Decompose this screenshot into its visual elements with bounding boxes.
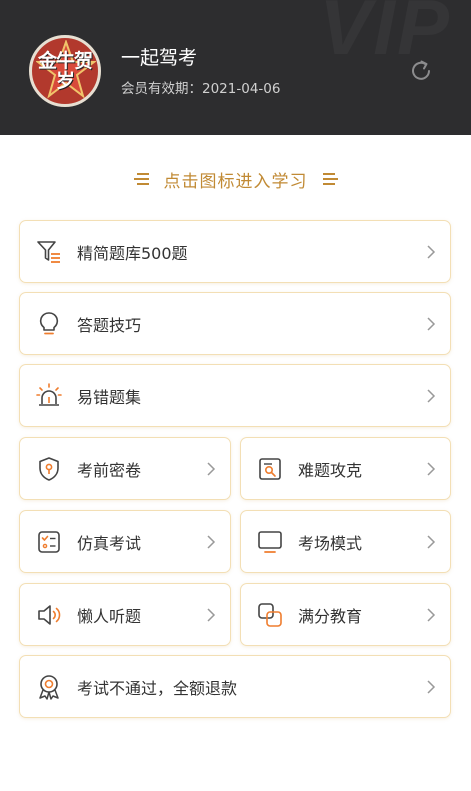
menu-item-refund-guarantee[interactable]: 考试不通过，全额退款 (19, 655, 451, 718)
menu-item-pre-exam-papers[interactable]: 考前密卷 (19, 437, 231, 500)
award-badge-icon (39, 674, 59, 700)
avatar[interactable]: 金牛贺岁 (29, 35, 101, 107)
menu-item-label: 答题技巧 (77, 315, 142, 335)
menu-item-label: 仿真考试 (77, 533, 142, 553)
profile-header: VIP 金牛贺岁 一起驾考 会员有效期：2021-04-06 (0, 0, 471, 135)
title-right-decoration-icon (322, 173, 338, 185)
funnel-list-icon (37, 240, 60, 263)
menu-item-label: 难题攻克 (298, 460, 363, 480)
lightbulb-icon (39, 311, 59, 334)
section-title-text: 点击图标进入学习 (163, 171, 308, 192)
chevron-right-icon (427, 679, 436, 694)
section-title: 点击图标进入学习 (0, 164, 471, 194)
alarm-light-icon (36, 382, 62, 406)
menu-item-label: 考前密卷 (77, 460, 142, 480)
menu-item-full-score-education[interactable]: 满分教育 (240, 583, 451, 646)
username: 一起驾考 (121, 47, 198, 69)
overlap-squares-icon (258, 602, 282, 627)
menu-item-error-prone[interactable]: 易错题集 (19, 364, 451, 427)
menu-item-label: 考试不通过，全额退款 (77, 678, 238, 698)
menu-item-label: 精简题库500题 (77, 243, 188, 263)
chevron-right-icon (427, 388, 436, 403)
refresh-icon[interactable] (408, 58, 434, 84)
avatar-text: 金牛贺岁 (32, 51, 98, 91)
chevron-right-icon (427, 316, 436, 331)
menu-item-question-bank[interactable]: 精简题库500题 (19, 220, 451, 283)
shield-key-icon (39, 456, 59, 481)
membership-expiry: 会员有效期：2021-04-06 (121, 81, 281, 97)
menu-item-mock-exam[interactable]: 仿真考试 (19, 510, 231, 573)
chevron-right-icon (427, 607, 436, 622)
chevron-right-icon (427, 534, 436, 549)
menu-item-exam-mode[interactable]: 考场模式 (240, 510, 451, 573)
menu-item-label: 懒人听题 (77, 606, 142, 626)
avatar-caption: 金牛贺岁 (37, 50, 93, 92)
chevron-right-icon (207, 607, 216, 622)
monitor-icon (258, 530, 282, 553)
speaker-icon (38, 604, 61, 625)
menu-item-answer-tips[interactable]: 答题技巧 (19, 292, 451, 355)
menu-item-label: 满分教育 (298, 606, 363, 626)
chevron-right-icon (207, 534, 216, 549)
menu-item-label: 考场模式 (298, 533, 363, 553)
chevron-right-icon (207, 461, 216, 476)
title-left-decoration-icon (133, 173, 149, 185)
menu-item-label: 易错题集 (77, 387, 142, 407)
search-doc-icon (259, 457, 281, 480)
chevron-right-icon (427, 461, 436, 476)
menu-item-audio-questions[interactable]: 懒人听题 (19, 583, 231, 646)
menu-item-hard-questions[interactable]: 难题攻克 (240, 437, 451, 500)
chevron-right-icon (427, 244, 436, 259)
checklist-icon (38, 530, 60, 553)
